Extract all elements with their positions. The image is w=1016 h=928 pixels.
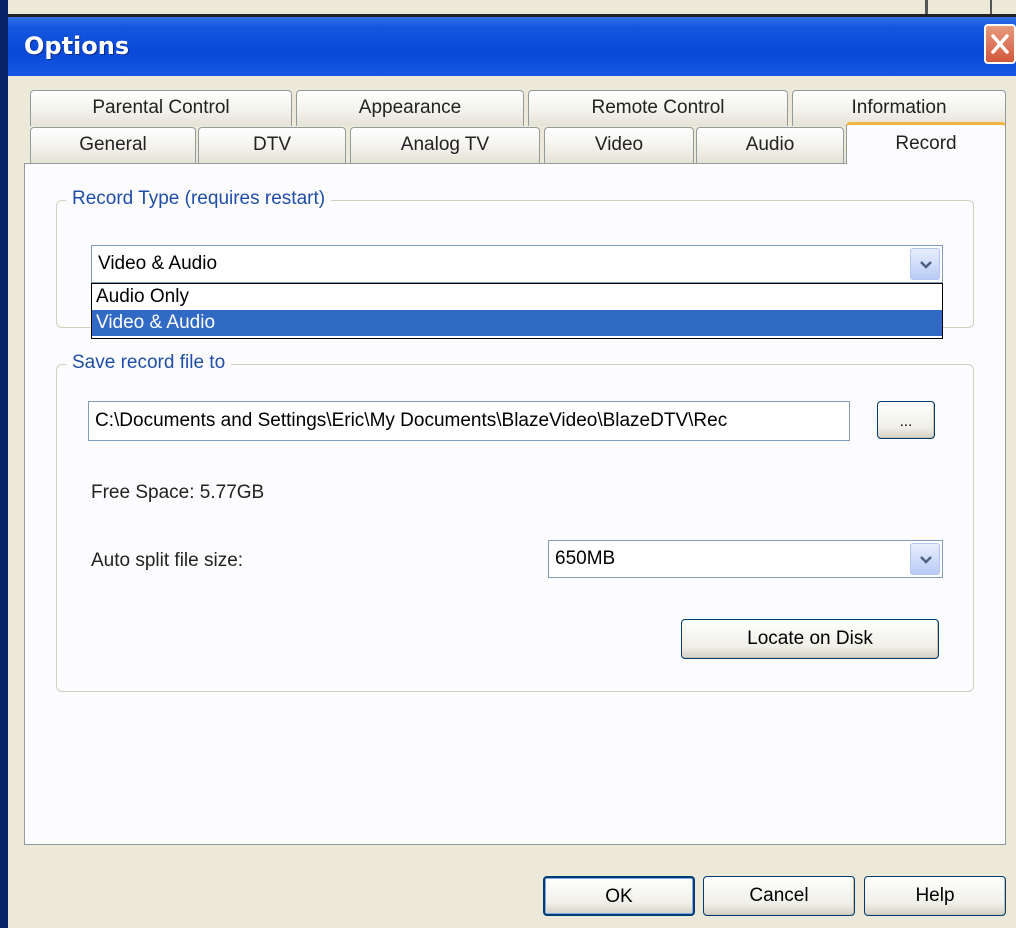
tab-label: Information (851, 97, 947, 118)
save-path-input[interactable]: C:\Documents and Settings\Eric\My Docume… (88, 401, 850, 441)
window-left-border (0, 0, 8, 928)
dropdown-button[interactable] (910, 248, 940, 280)
tab-video[interactable]: Video (544, 127, 694, 163)
ok-button[interactable]: OK (543, 876, 695, 916)
record-type-select[interactable]: Video & Audio (91, 245, 943, 283)
tab-label: DTV (253, 134, 291, 155)
cancel-button[interactable]: Cancel (703, 876, 855, 916)
tab-label: Remote Control (591, 97, 725, 118)
title-bar[interactable]: Options (8, 14, 1016, 76)
background-window-edge (925, 0, 928, 14)
auto-split-select[interactable]: 650MB (548, 540, 943, 578)
tab-label: General (79, 134, 147, 155)
tab-label: Analog TV (400, 134, 490, 155)
tab-audio[interactable]: Audio (696, 127, 844, 163)
tab-label: Appearance (358, 97, 462, 118)
locate-on-disk-button[interactable]: Locate on Disk (681, 619, 939, 659)
tab-general[interactable]: General (30, 127, 196, 163)
auto-split-label: Auto split file size: (91, 550, 244, 571)
option-video-audio[interactable]: Video & Audio (92, 310, 942, 336)
chevron-down-icon (920, 261, 932, 269)
record-type-selected-value: Video & Audio (98, 253, 218, 274)
tab-label: Parental Control (92, 97, 230, 118)
record-type-group-label: Record Type (requires restart) (66, 188, 332, 210)
dropdown-button[interactable] (910, 543, 940, 575)
free-space-label: Free Space: 5.77GB (91, 482, 265, 503)
tab-label: Record (895, 133, 957, 154)
tab-remote-control[interactable]: Remote Control (528, 90, 788, 126)
auto-split-selected-value: 650MB (555, 548, 616, 569)
window-title: Options (24, 32, 130, 60)
close-button[interactable] (984, 24, 1016, 64)
tab-label: Video (594, 134, 644, 155)
option-audio-only[interactable]: Audio Only (92, 284, 942, 310)
tab-record[interactable]: Record (846, 122, 1006, 164)
tab-analog-tv[interactable]: Analog TV (350, 127, 540, 163)
tab-dtv[interactable]: DTV (198, 127, 346, 163)
close-icon (991, 34, 1009, 54)
record-type-dropdown-list: Audio Only Video & Audio (91, 283, 943, 339)
tab-information[interactable]: Information (792, 90, 1006, 126)
browse-button[interactable]: ... (877, 401, 935, 439)
save-location-group-label: Save record file to (66, 352, 232, 374)
chevron-down-icon (920, 556, 932, 564)
options-dialog: Options Parental Control Appearance Remo… (0, 0, 1016, 928)
tab-appearance[interactable]: Appearance (296, 90, 524, 126)
tab-parental-control[interactable]: Parental Control (30, 90, 292, 126)
title-bar-top-edge (8, 14, 1016, 17)
tab-label: Audio (745, 134, 795, 155)
help-button[interactable]: Help (864, 876, 1006, 916)
background-window-edge (990, 0, 992, 14)
